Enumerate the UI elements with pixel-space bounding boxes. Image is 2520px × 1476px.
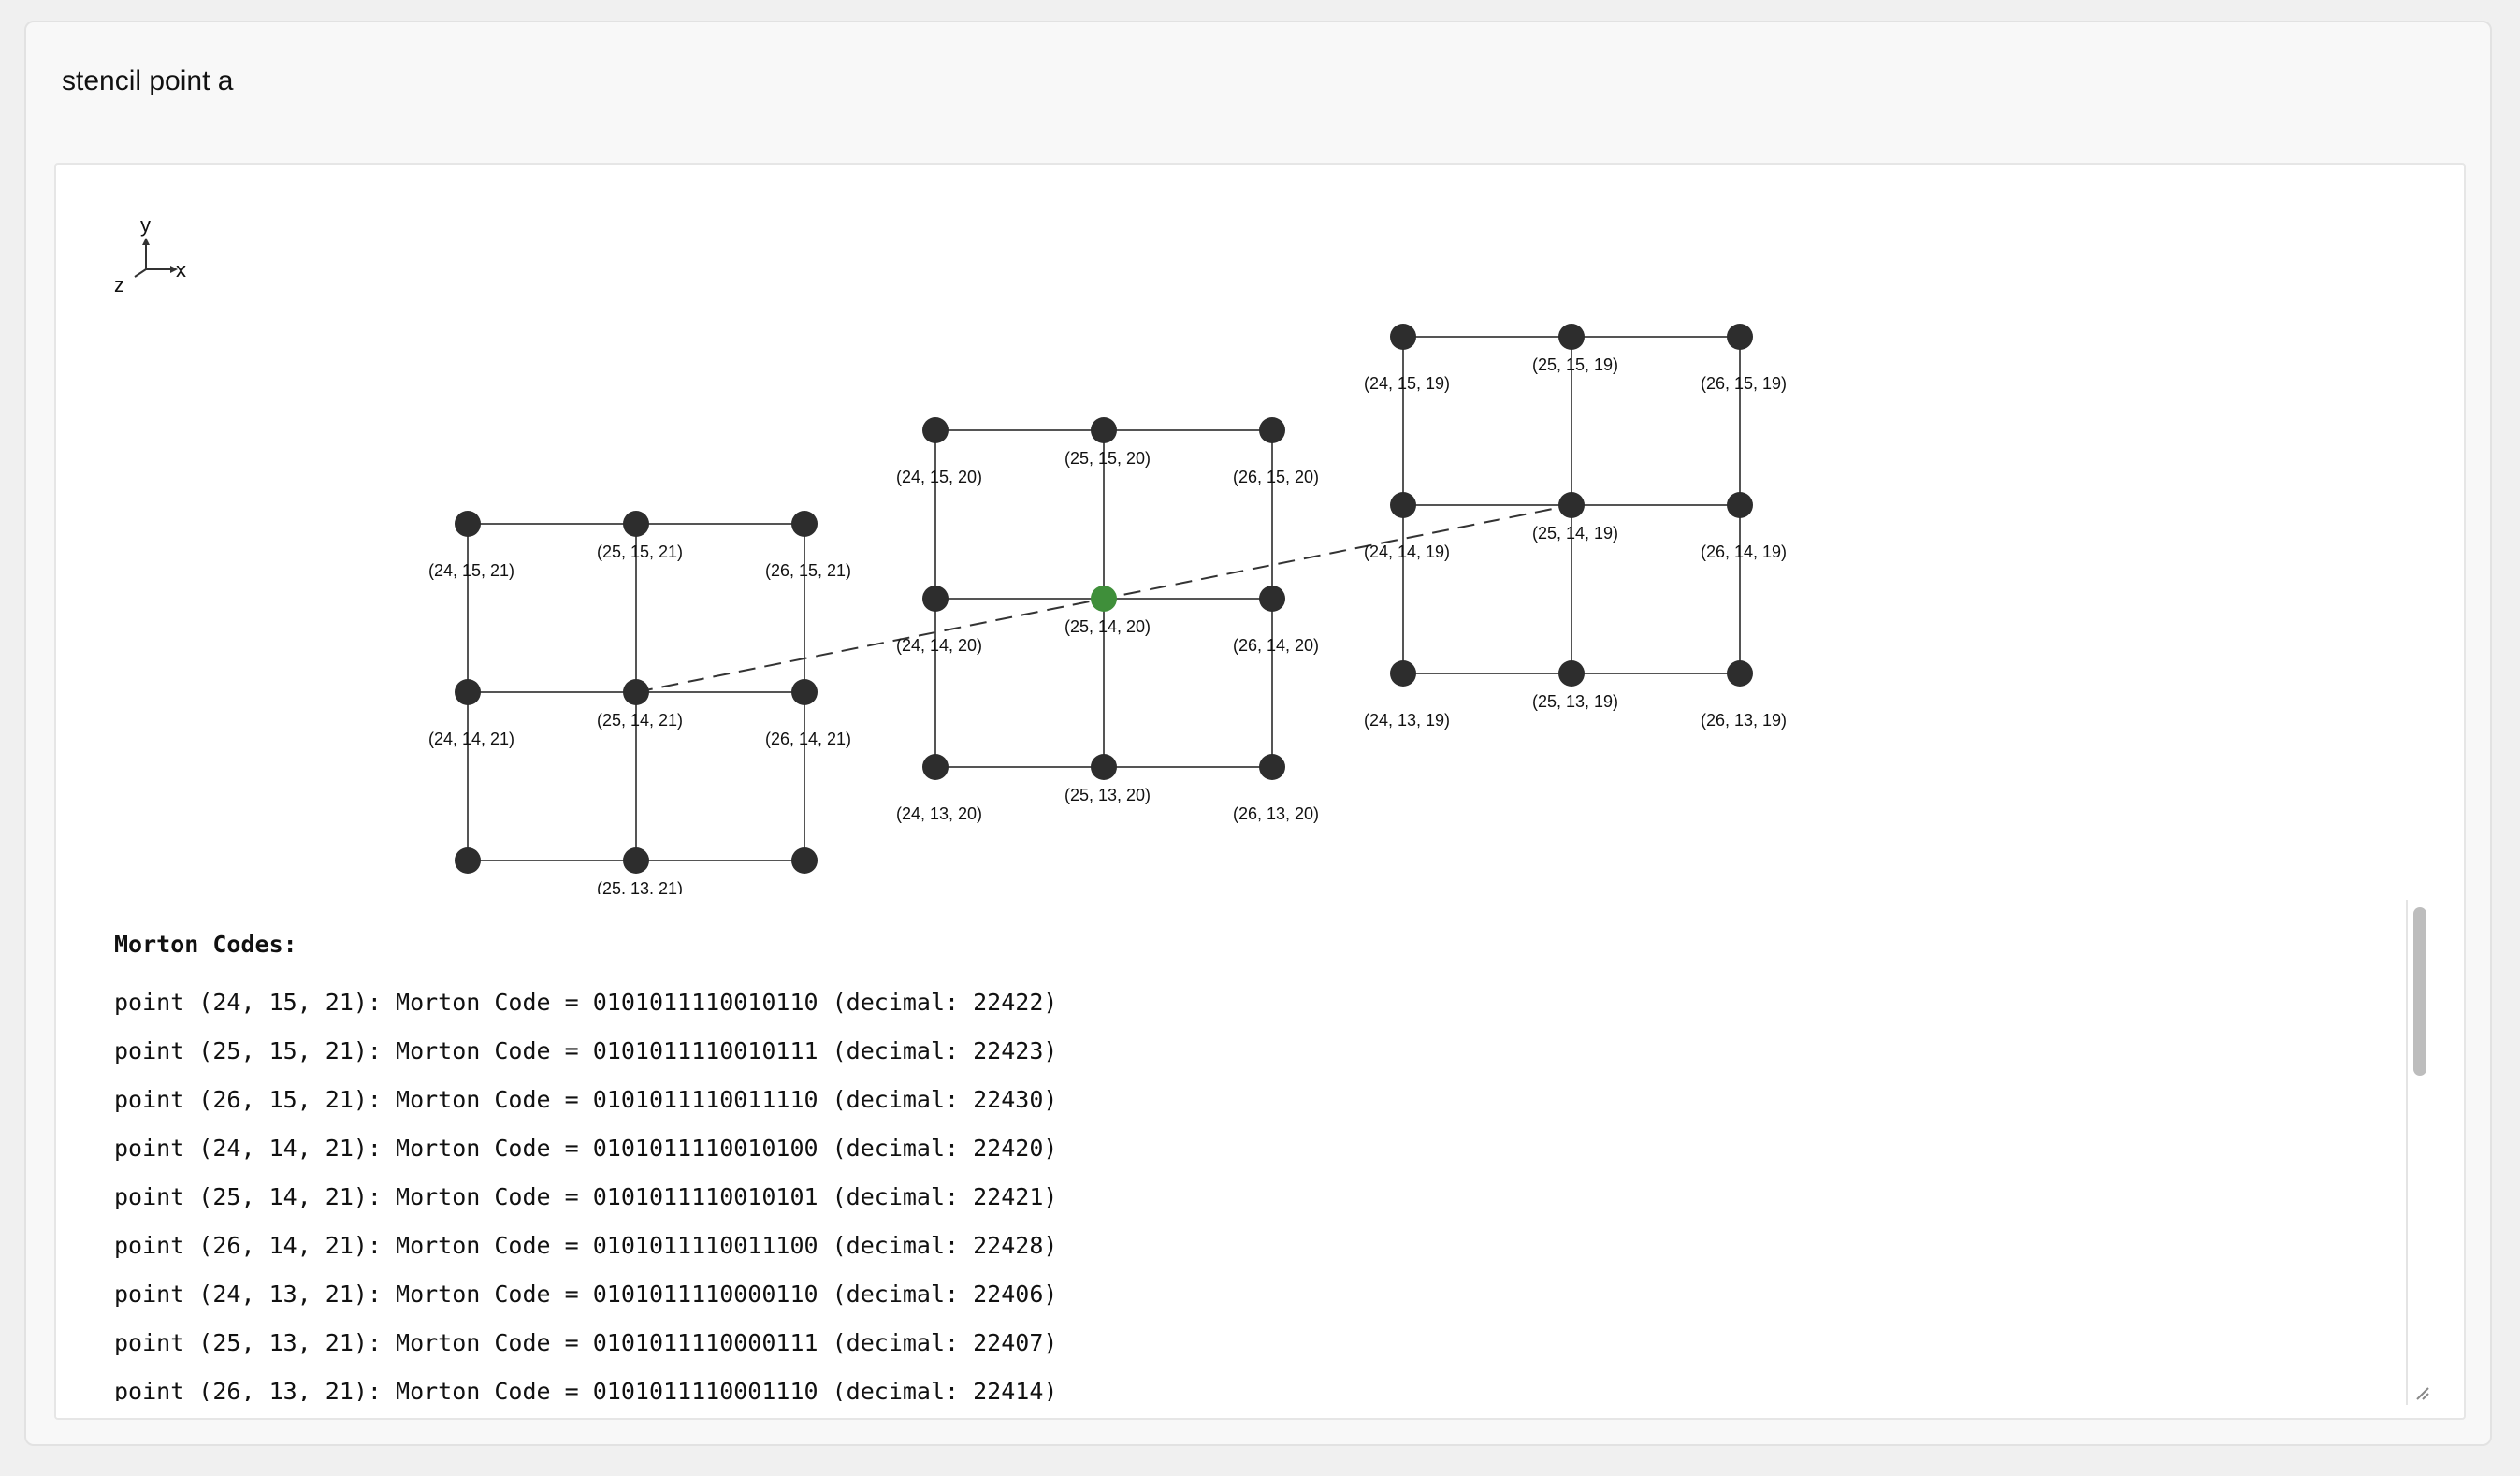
stencil-node [1390,660,1416,687]
scrollbar-thumb[interactable] [2413,907,2426,1076]
output-line: point (26, 14, 21): Morton Code = 010101… [114,1232,1058,1259]
node-label: (24, 14, 21) [428,730,514,748]
stencil-node [1558,492,1585,518]
stencil-node [1727,324,1753,350]
output-line: point (24, 13, 21): Morton Code = 010101… [114,1281,1058,1308]
axes-indicator: y x z [114,213,186,297]
stencil-node [1259,586,1285,612]
stencil-node [623,679,649,705]
node-label: (24, 15, 19) [1364,374,1450,393]
stencil-node [455,847,481,874]
output-line: point (24, 15, 21): Morton Code = 010101… [114,989,1058,1016]
stencil-node [455,679,481,705]
stencil-node [922,754,949,780]
output-line: point (24, 14, 21): Morton Code = 010101… [114,1135,1058,1162]
visualization-panel: y x z (24, 15, 21) (25, 15, 21) (26, 15, 2… [54,163,2466,1420]
morton-output: Morton Codes: point (24, 15, 21): Morton… [114,896,2453,1401]
node-label: (26, 15, 19) [1701,374,1787,393]
stencil-node [1727,660,1753,687]
stencil-node [1558,660,1585,687]
page-title: stencil point a [62,65,234,96]
node-label: (26, 15, 20) [1233,468,1319,486]
node-label: (24, 14, 19) [1364,543,1450,561]
output-scrollbar[interactable] [2406,900,2430,1405]
x-axis-label: x [176,258,186,282]
stencil-node [623,511,649,537]
node-label: (25, 13, 20) [1064,786,1151,804]
node-label: (26, 14, 20) [1233,636,1319,655]
node-label: (24, 14, 20) [896,636,982,655]
output-heading: Morton Codes: [114,931,297,958]
page-container: stencil point a y x z (24, 15, 21) (25, 1… [24,21,2492,1446]
stencil-node [791,847,818,874]
stencil-node [1259,754,1285,780]
node-label: (25, 13, 19) [1532,692,1618,711]
z-axis-label: z [114,273,124,297]
node-label: (25, 13, 21) [597,879,683,894]
stencil-node [922,417,949,443]
node-label: (25, 14, 21) [597,711,683,730]
node-label: (24, 13, 19) [1364,711,1450,730]
z-axis-arrow [134,268,147,278]
node-label: (25, 14, 20) [1064,617,1151,636]
stencil-diagram: y x z (24, 15, 21) (25, 15, 21) (26, 15, 2… [114,213,1787,894]
output-line: point (25, 15, 21): Morton Code = 010101… [114,1037,1058,1064]
output-lines: point (24, 15, 21): Morton Code = 010101… [114,978,2453,1401]
y-axis-label: y [140,213,151,237]
node-label: (26, 13, 19) [1701,711,1787,730]
stencil-node [1259,417,1285,443]
stencil-node [791,511,818,537]
output-line: point (26, 15, 21): Morton Code = 010101… [114,1086,1058,1113]
node-label: (26, 14, 19) [1701,543,1787,561]
node-label: (25, 15, 21) [597,543,683,561]
stencil-node [1390,324,1416,350]
output-line: point (25, 14, 21): Morton Code = 010101… [114,1183,1058,1210]
stencil-center-node [1091,586,1117,612]
stencil-node [1390,492,1416,518]
resize-handle-icon[interactable] [2413,1384,2430,1401]
node-label: (26, 14, 21) [765,730,851,748]
node-label: (25, 15, 19) [1532,355,1618,374]
stencil-node [1727,492,1753,518]
node-label: (26, 13, 20) [1233,804,1319,823]
stencil-node [1091,754,1117,780]
stencil-node [922,586,949,612]
node-label: (25, 14, 19) [1532,524,1618,543]
stencil-node [1558,324,1585,350]
output-line: point (25, 13, 21): Morton Code = 010101… [114,1329,1058,1356]
stencil-node [623,847,649,874]
stencil-node [455,511,481,537]
stencil-node [1091,417,1117,443]
node-label: (24, 13, 20) [896,804,982,823]
node-label: (25, 15, 20) [1064,449,1151,468]
node-label: (24, 15, 20) [896,468,982,486]
node-label: (26, 15, 21) [765,561,851,580]
node-label: (24, 15, 21) [428,561,514,580]
stencil-node [791,679,818,705]
y-axis-arrowhead [142,238,150,245]
output-line: point (26, 13, 21): Morton Code = 010101… [114,1378,1058,1401]
